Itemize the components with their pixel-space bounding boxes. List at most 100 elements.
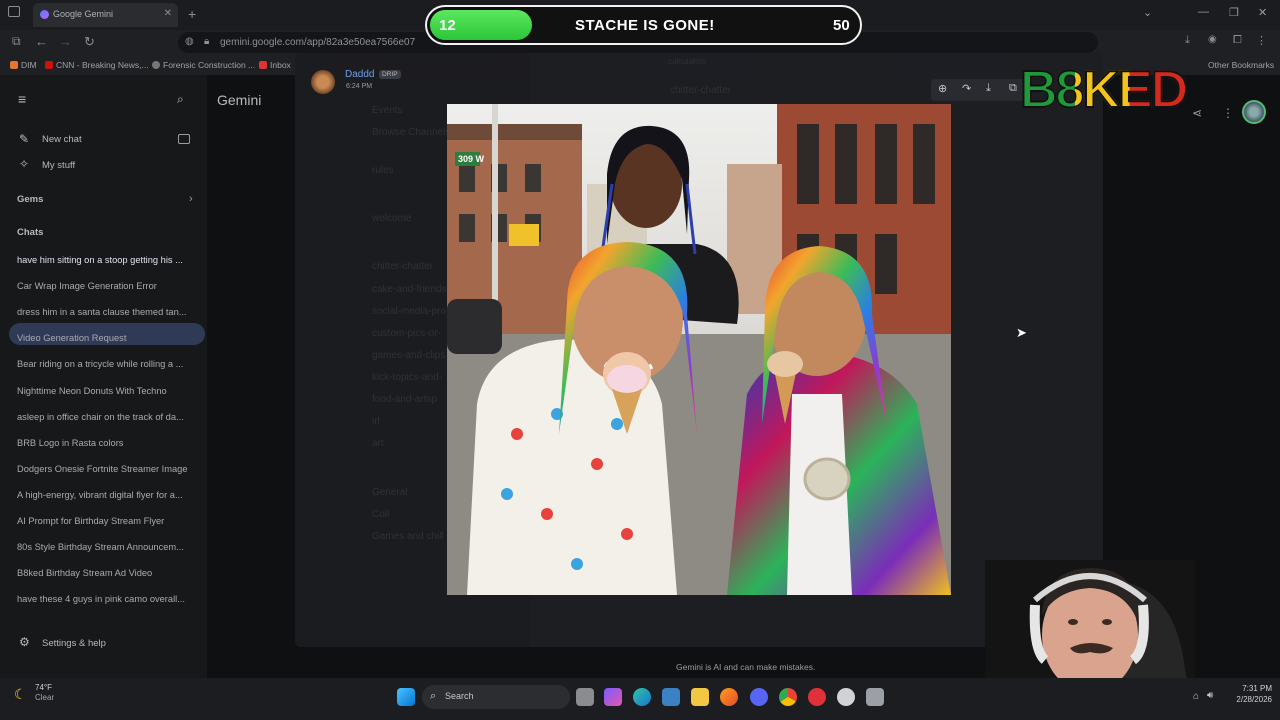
open-external-icon[interactable]: ⧉ [1009,82,1017,95]
upload-time: 6:24 PM [346,83,373,90]
zoom-icon[interactable]: ⊕ [938,82,947,95]
ghost-channel: kick-topics-and- [372,372,443,383]
clock-time[interactable]: 7:31 PM [1228,684,1272,693]
ghost-channel: irl [372,416,380,427]
bookmark-forensic[interactable]: Forensic Construction ... [152,60,255,70]
tab-list-icon[interactable]: ⌄ [1143,6,1152,19]
goal-text: STACHE IS GONE! [575,17,715,34]
chat-item[interactable]: Nighttime Neon Donuts With Techno [17,386,197,396]
collections-icon[interactable]: ⧉ [12,34,21,49]
file-explorer-icon[interactable] [691,688,709,706]
gems-section[interactable]: Gems [17,194,197,205]
chat-item[interactable]: 80s Style Birthday Stream Announcem... [17,542,197,552]
task-view-icon[interactable] [576,688,594,706]
chat-item[interactable]: Bear riding on a tricycle while rolling … [17,359,197,369]
search-icon[interactable]: ⌕ [177,92,184,107]
role-badge: DRIP [379,70,401,79]
goal-target: 50 [833,17,850,34]
network-icon[interactable]: ⌂ [1193,691,1199,702]
uploader-name[interactable]: Daddd [345,69,374,80]
ghost-channel: Events [372,105,403,116]
viewer-image[interactable]: 309 W [447,104,951,595]
windows-taskbar: ☾ 74°F Clear ⌕ Search ⌂ 🔊︎ 7:31 PM 2/28/… [0,678,1280,720]
stream-logo: B8KED [1019,61,1220,119]
settings-gear-icon[interactable] [837,688,855,706]
bookmark-inbox[interactable]: Inbox [259,60,291,70]
chat-item[interactable]: have these 4 guys in pink camo overall..… [17,594,197,604]
volume-icon[interactable]: 🔊︎ [1207,690,1213,701]
chat-item[interactable]: AI Prompt for Birthday Stream Flyer [17,516,197,526]
reload-icon[interactable]: ↻ [84,34,95,50]
ghost-channel-title: chitter-chatter [670,85,732,96]
disclaimer-text: Gemini is AI and can make mistakes. [676,662,816,672]
avatar[interactable] [1242,100,1266,124]
chat-item[interactable]: have him sitting on a stoop getting his … [17,255,197,265]
stream-goal-bar: 12 STACHE IS GONE! 50 [425,5,862,45]
extensions-icon[interactable]: ⧠ [1233,34,1242,47]
close-tab-icon[interactable]: ✕ [164,8,172,19]
chevron-right-icon[interactable]: › [189,193,193,205]
clock-date[interactable]: 2/28/2026 [1224,695,1272,704]
globe-icon [152,61,160,69]
menu-icon[interactable]: ⋮ [1256,34,1267,47]
goal-current: 12 [439,17,456,34]
chat-item[interactable]: asleep in office chair on the track of d… [17,412,197,422]
taskbar-search[interactable]: ⌕ Search [422,685,570,709]
chat-item[interactable]: A high-energy, vibrant digital flyer for… [17,490,197,500]
ghost-channel: rules [372,165,394,176]
ghost-channel: custom-pics-or- [372,328,441,339]
minimize-icon[interactable]: — [1198,6,1209,18]
chat-item[interactable]: dress him in a santa clause themed tan..… [17,307,197,317]
chat-item[interactable]: BRB Logo in Rasta colors [17,438,197,448]
my-stuff-link[interactable]: My stuff [42,160,222,171]
url-text: gemini.google.com/app/82a3e50ea7566e07 [220,37,416,48]
chats-header: Chats [17,227,44,238]
more-options-icon[interactable]: ⋮ [1222,106,1234,120]
back-icon[interactable]: ← [35,34,48,49]
media-player-icon[interactable] [808,688,826,706]
firefox-icon[interactable] [720,688,738,706]
gemini-favicon-icon [40,10,49,19]
settings-help-link[interactable]: Settings & help [42,638,222,649]
chat-item[interactable]: Dodgers Onesie Fortnite Streamer Image [17,464,197,474]
windows-start-icon[interactable] [397,688,415,706]
chat-item[interactable]: Car Wrap Image Generation Error [17,281,197,291]
chrome-icon[interactable] [779,688,797,706]
forward-icon[interactable]: → [59,34,72,49]
tab-title: Google Gemini [53,9,114,19]
download-icon[interactable]: ⤓ [1185,34,1190,47]
bookmark-cnn[interactable]: CNN - Breaking News,... [45,60,149,70]
rotate-icon[interactable]: ↷ [962,82,971,95]
temporary-chat-icon[interactable] [178,134,190,144]
user-avatar[interactable] [311,70,335,94]
app-icon[interactable] [866,688,884,706]
copilot-icon[interactable] [604,688,622,706]
site-info-icon[interactable]: ◍ [185,36,194,47]
mouse-cursor-icon: ➤ [1016,325,1027,340]
edge-icon[interactable] [633,688,651,706]
tab-search-icon[interactable] [8,6,20,17]
search-icon: ⌕ [430,690,437,702]
weather-desc[interactable]: Clear [35,693,54,702]
page-title: Gemini [217,92,262,108]
maximize-icon[interactable]: ❐ [1229,6,1239,19]
download-icon[interactable]: ⤓ [986,82,991,95]
bookmark-icon [10,61,18,69]
hamburger-menu-icon[interactable]: ≡ [18,91,26,107]
logo-text: B8KED [1019,61,1189,119]
close-window-icon[interactable]: ✕ [1258,6,1267,19]
chat-item[interactable]: B8ked Birthday Stream Ad Video [17,568,197,578]
discord-icon[interactable] [750,688,768,706]
taskbar-search-label: Search [445,691,474,701]
new-tab-icon[interactable]: + [188,6,196,22]
browser-tab[interactable]: Google Gemini ✕ [33,3,178,27]
viewer-actions: ⊕ ↷ ⤓ ⧉ [931,79,1027,101]
profile-icon[interactable]: ◉ [1208,34,1217,45]
photo-illustration: 309 W [447,104,951,595]
store-icon[interactable] [662,688,680,706]
bookmark-dim[interactable]: DIM [10,60,37,70]
chat-item[interactable]: Video Generation Request [17,333,197,343]
new-chat-button[interactable]: New chat [42,134,222,145]
ghost-channel: welcome [372,213,412,224]
weather-temp[interactable]: 74°F [35,683,52,692]
